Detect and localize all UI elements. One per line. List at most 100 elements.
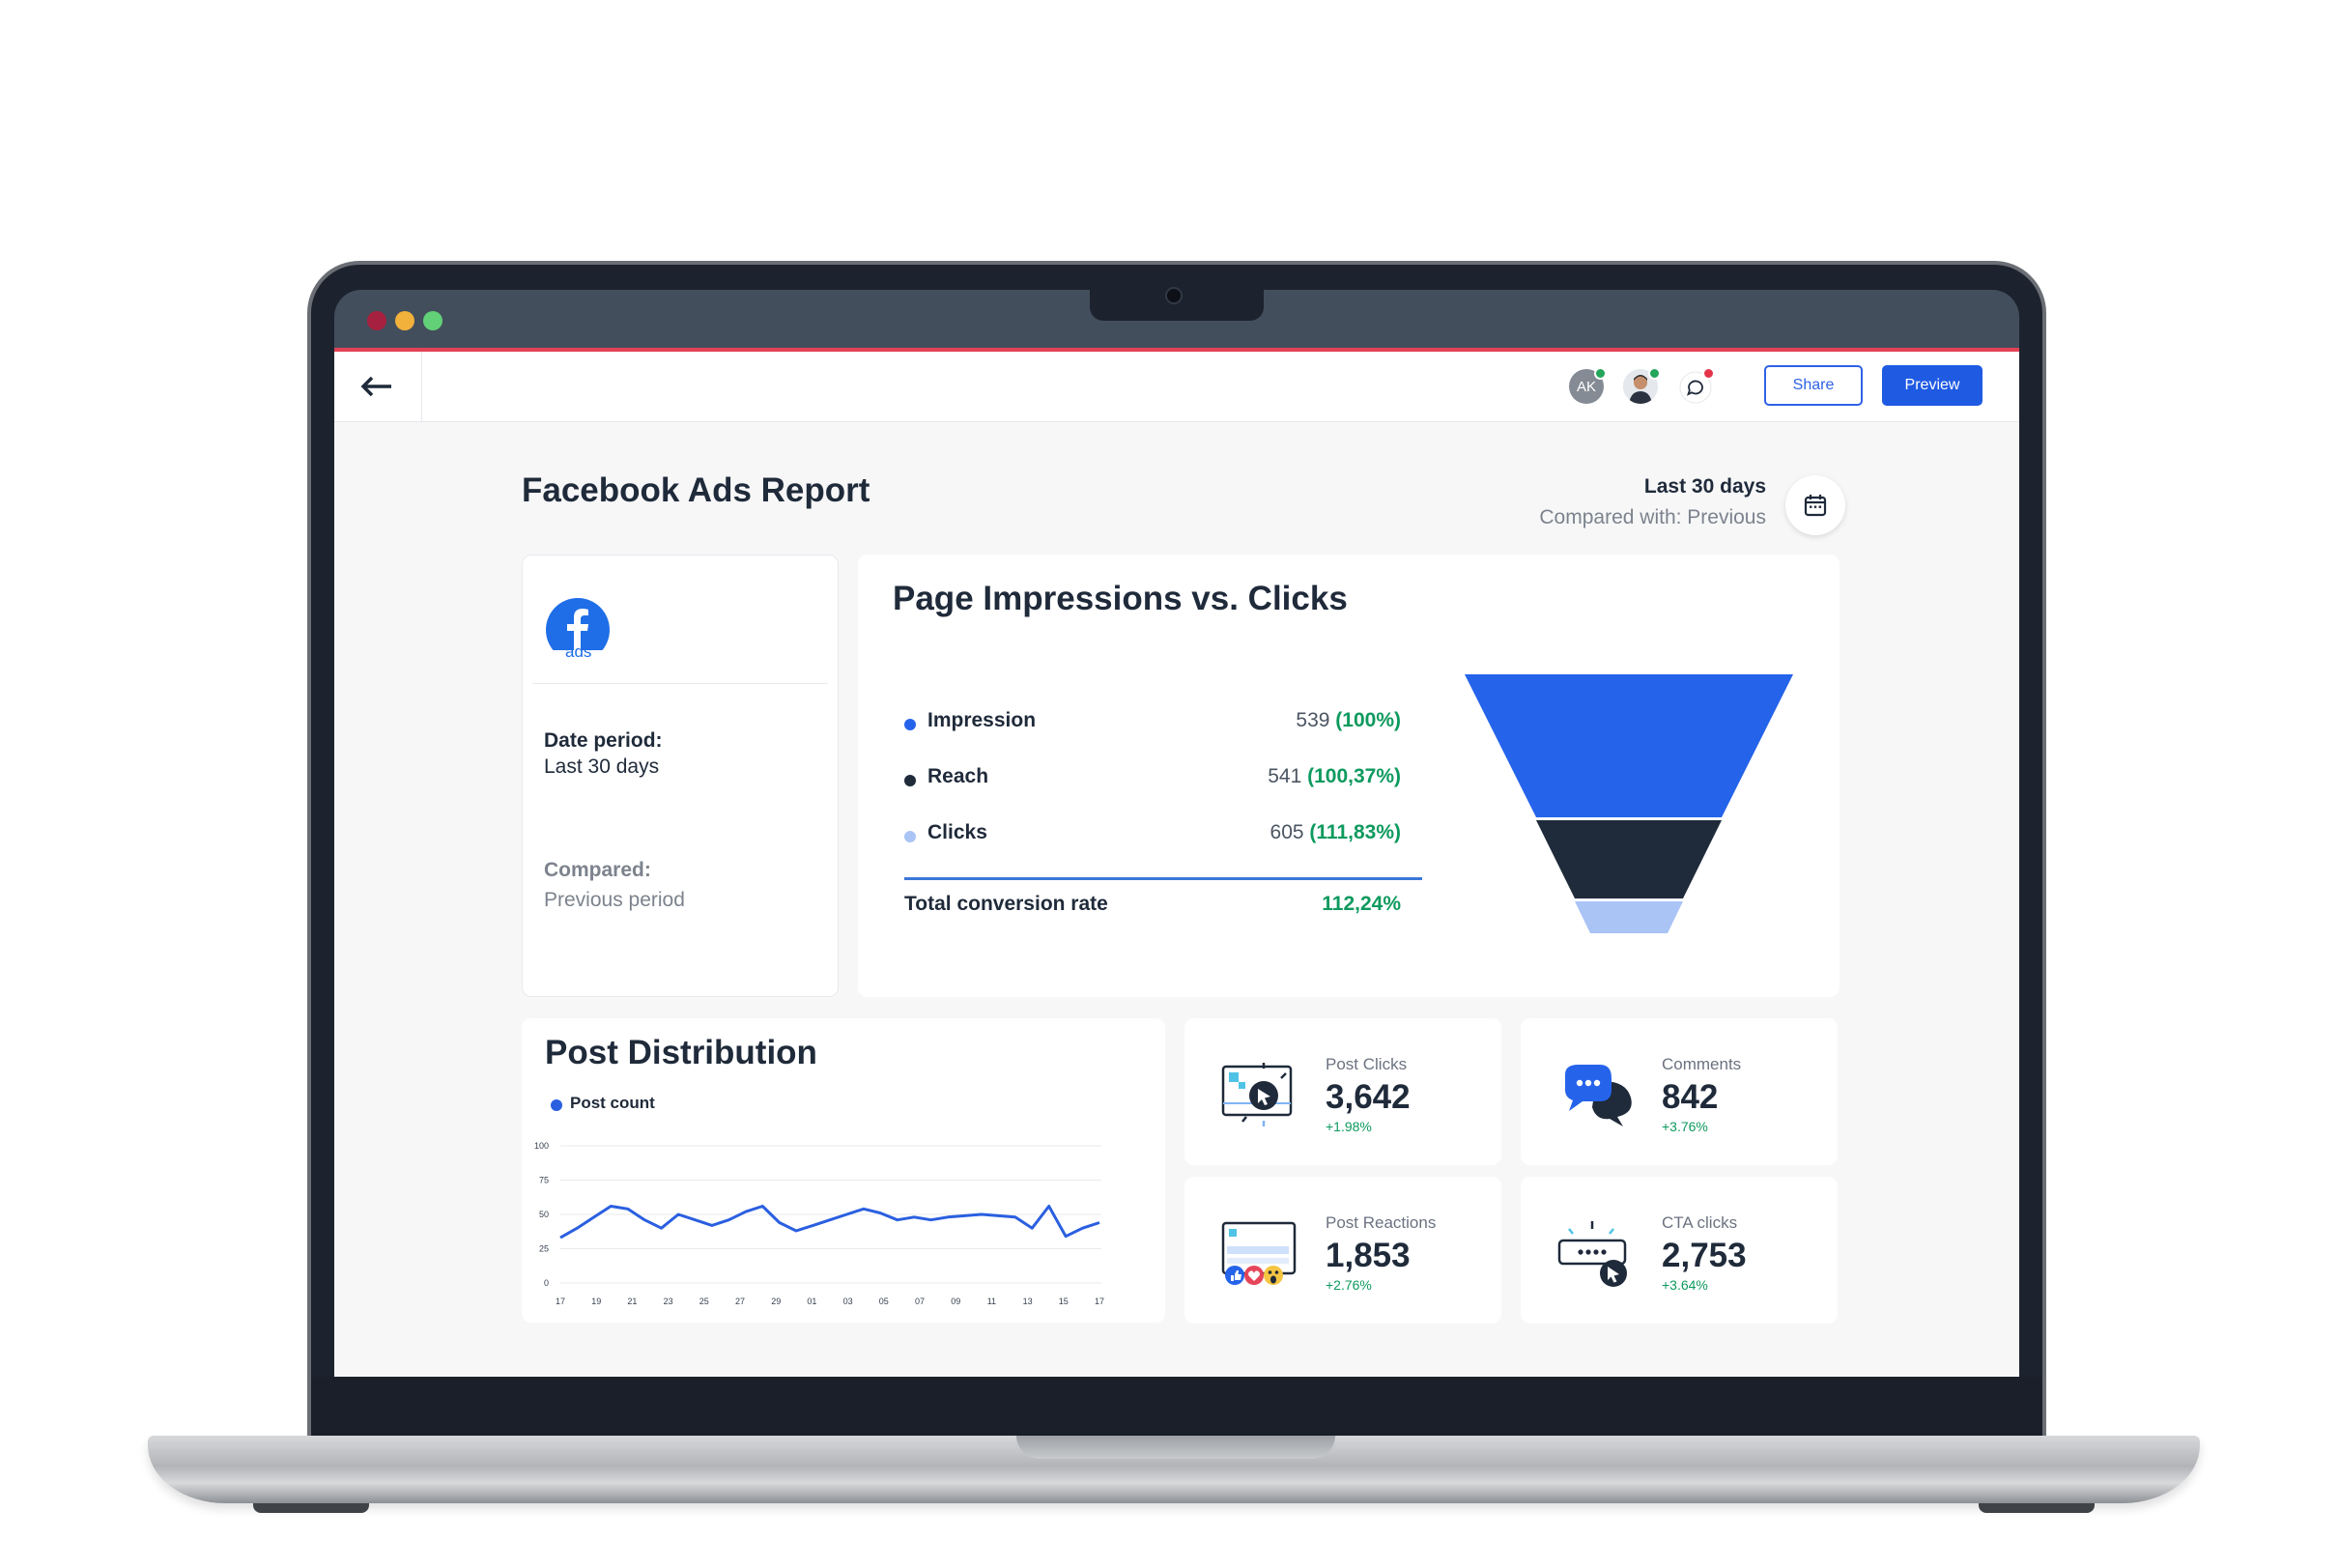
kpi-cta-clicks[interactable]: CTA clicks 2,753 +3.64% [1521, 1177, 1838, 1324]
speech-bubbles-icon [1565, 1065, 1632, 1126]
funnel-value: 605 (111,83%) [1270, 821, 1401, 844]
kpi-value: 842 [1662, 1078, 1719, 1116]
date-picker-button[interactable] [1785, 475, 1845, 535]
reactions-icon [1221, 1221, 1297, 1285]
x-tick-label: 29 [771, 1297, 781, 1306]
legend-dot [904, 719, 916, 730]
date-period-label: Date period: [544, 729, 663, 752]
x-tick-label: 05 [879, 1297, 889, 1306]
x-tick-label: 13 [1023, 1297, 1033, 1306]
post-distribution-title: Post Distribution [545, 1034, 817, 1071]
window-maximize-button[interactable] [423, 311, 442, 330]
funnel-card: Page Impressions vs. Clicks Impression 5… [858, 555, 1840, 997]
app-screen: AK Share Preview Facebook Ads Report Las… [334, 352, 2019, 1377]
kpi-value: 1,853 [1326, 1237, 1411, 1274]
total-value: 112,24% [1322, 893, 1401, 915]
divider [532, 683, 828, 684]
info-card: ads Date period: Last 30 days Compared: … [522, 555, 839, 997]
date-period-value: Last 30 days [544, 755, 660, 778]
funnel-total-row: Total conversion rate 112,24% [904, 893, 1414, 922]
y-tick-label: 75 [539, 1176, 549, 1185]
laptop-foot [1979, 1503, 2095, 1513]
kpi-label: Comments [1662, 1055, 1742, 1073]
y-tick-label: 50 [539, 1210, 549, 1219]
x-tick-label: 19 [591, 1297, 601, 1306]
logo-text: ads [565, 642, 592, 661]
x-tick-label: 17 [1095, 1297, 1104, 1306]
funnel-label: Impression [927, 709, 1037, 731]
funnel-value: 539 (100%) [1296, 709, 1401, 732]
calendar-icon [1804, 495, 1827, 517]
arrow-left-icon [360, 376, 391, 397]
kpi-change: +3.76% [1662, 1119, 1708, 1134]
legend-dot [551, 1099, 562, 1111]
x-tick-label: 09 [951, 1297, 960, 1306]
compared-value: Previous period [544, 889, 685, 911]
share-button[interactable]: Share [1764, 365, 1863, 406]
preview-button[interactable]: Preview [1882, 365, 1982, 406]
kpi-label: Post Clicks [1326, 1055, 1408, 1073]
kpi-change: +3.64% [1662, 1277, 1708, 1293]
kpi-change: +1.98% [1326, 1119, 1372, 1134]
post-distribution-card: Post Distribution Post count 0 25 50 75 100 1… [522, 1018, 1165, 1323]
app-header: AK Share Preview [334, 352, 2019, 422]
x-tick-label: 15 [1059, 1297, 1069, 1306]
laptop-chin [311, 1377, 2042, 1440]
laptop-opening-groove [1016, 1436, 1335, 1459]
online-status-dot [1648, 367, 1661, 380]
funnel-stage-clicks [1575, 901, 1683, 933]
legend-dot [904, 775, 916, 786]
y-tick-label: 0 [544, 1278, 549, 1288]
online-status-dot [1594, 367, 1607, 380]
kpi-value: 3,642 [1326, 1078, 1411, 1116]
funnel-label: Clicks [927, 821, 987, 843]
compared-with-label[interactable]: Compared with: Previous [1539, 506, 1766, 529]
post-distribution-chart: 0 25 50 75 100 17 19 21 23 25 27 29 01 03 05 07 09 11 13 15… [534, 1141, 1104, 1306]
funnel-title: Page Impressions vs. Clicks [893, 580, 1348, 617]
x-tick-label: 01 [807, 1297, 816, 1306]
funnel-number: 539 [1296, 709, 1330, 731]
kpi-value: 2,753 [1662, 1237, 1747, 1274]
facebook-ads-logo: ads [544, 596, 612, 664]
x-tick-label: 17 [556, 1297, 565, 1306]
cta-cursor-icon [1557, 1221, 1627, 1287]
funnel-number: 605 [1269, 821, 1304, 843]
x-tick-label: 25 [699, 1297, 709, 1306]
funnel-separator [904, 877, 1422, 880]
funnel-chart [1465, 674, 1793, 933]
legend-label: Post count [570, 1094, 655, 1112]
funnel-percent: (100,37%) [1307, 765, 1401, 787]
x-tick-label: 23 [664, 1297, 673, 1306]
back-button[interactable] [334, 352, 422, 421]
window-minimize-button[interactable] [395, 311, 414, 330]
funnel-stage-reach [1536, 820, 1722, 898]
y-tick-label: 25 [539, 1244, 549, 1254]
x-tick-label: 03 [843, 1297, 853, 1306]
cursor-click-icon [1221, 1063, 1293, 1126]
funnel-value: 541 (100,37%) [1268, 765, 1401, 788]
x-tick-label: 11 [987, 1297, 996, 1306]
x-tick-label: 21 [627, 1297, 637, 1306]
x-tick-label: 27 [735, 1297, 745, 1306]
camera-icon [1165, 287, 1183, 304]
kpi-change: +2.76% [1326, 1277, 1372, 1293]
kpi-post-reactions[interactable]: Post Reactions 1,853 +2.76% [1184, 1177, 1501, 1324]
kpi-label: Post Reactions [1326, 1213, 1437, 1232]
kpi-comments[interactable]: Comments 842 +3.76% [1521, 1018, 1838, 1165]
compared-label: Compared: [544, 859, 651, 881]
page-title: Facebook Ads Report [522, 471, 870, 509]
funnel-row-impression: Impression 539 (100%) [904, 709, 1414, 738]
funnel-percent: (111,83%) [1309, 821, 1401, 843]
legend-dot [904, 831, 916, 842]
x-tick-label: 07 [915, 1297, 925, 1306]
window-close-button[interactable] [367, 311, 386, 330]
laptop-foot [253, 1503, 369, 1513]
kpi-post-clicks[interactable]: Post Clicks 3,642 +1.98% [1184, 1018, 1501, 1165]
series-line-post-count [559, 1205, 1100, 1240]
funnel-number: 541 [1268, 765, 1302, 787]
notification-dot [1702, 367, 1715, 380]
funnel-stage-impression [1465, 674, 1793, 817]
date-range-label[interactable]: Last 30 days [1644, 475, 1766, 499]
total-label: Total conversion rate [904, 893, 1108, 915]
y-tick-label: 100 [534, 1141, 549, 1151]
